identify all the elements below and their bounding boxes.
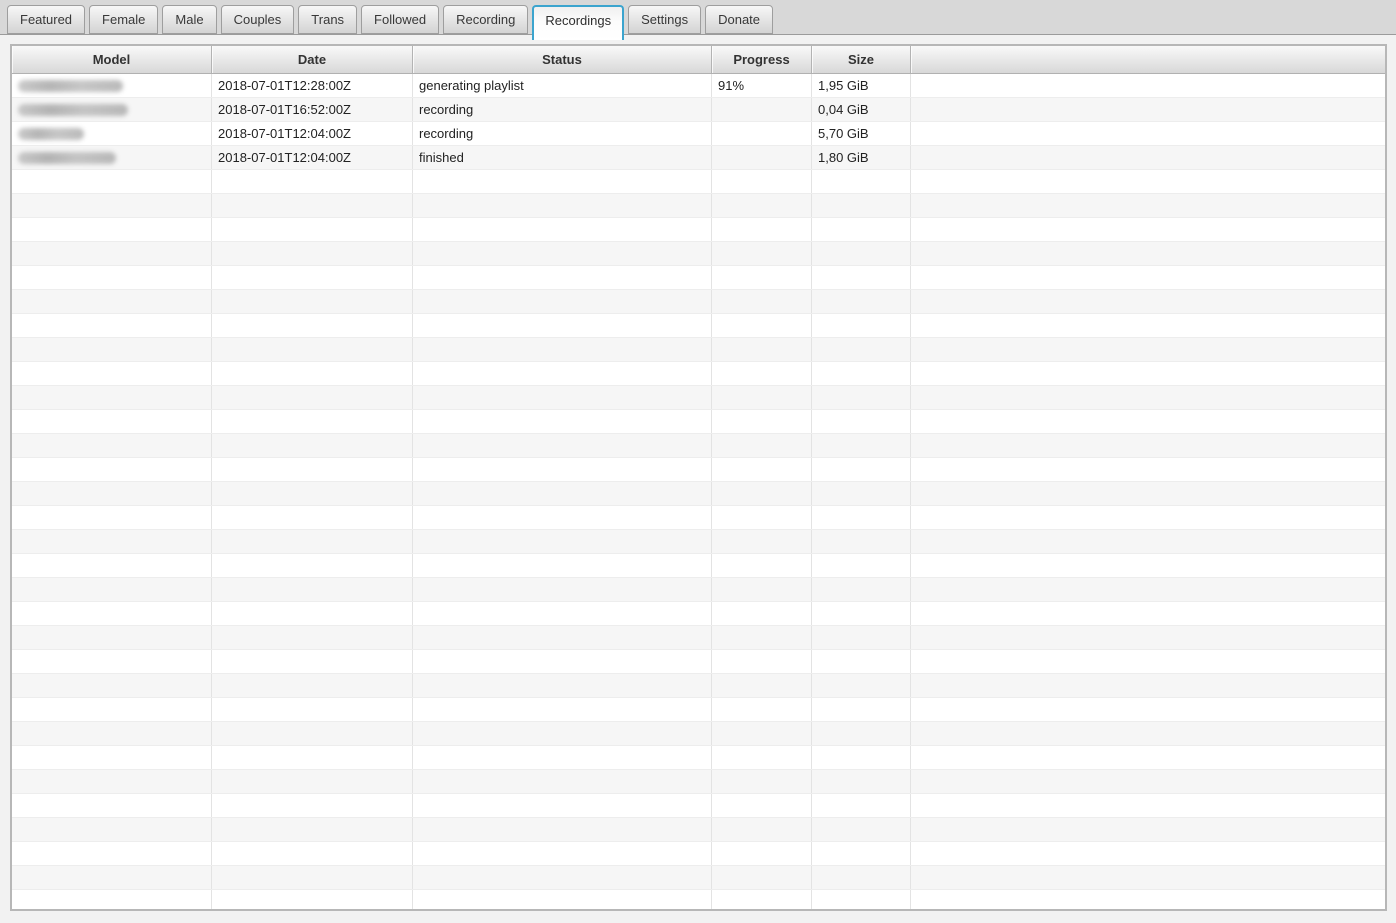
cell-status: recording (413, 122, 712, 145)
empty-table-row (12, 218, 1385, 242)
cell-status: finished (413, 146, 712, 169)
table-row[interactable]: 2018-07-01T12:04:00Z finished 1,80 GiB (12, 146, 1385, 170)
cell-model (12, 98, 212, 121)
cell-date: 2018-07-01T16:52:00Z (212, 98, 413, 121)
cell-size: 5,70 GiB (812, 122, 911, 145)
column-header-blank[interactable] (911, 46, 1385, 73)
column-header-label: Size (848, 52, 874, 67)
column-header-label: Date (298, 52, 326, 67)
empty-table-row (12, 842, 1385, 866)
cell-status: generating playlist (413, 74, 712, 97)
tab-label: Couples (234, 12, 282, 27)
empty-table-row (12, 554, 1385, 578)
tab-male[interactable]: Male (162, 5, 216, 34)
empty-table-row (12, 650, 1385, 674)
empty-table-row (12, 386, 1385, 410)
cell-date: 2018-07-01T12:28:00Z (212, 74, 413, 97)
tab-label: Donate (718, 12, 760, 27)
empty-table-row (12, 194, 1385, 218)
redacted-model-text (18, 152, 116, 164)
empty-table-row (12, 770, 1385, 794)
empty-table-row (12, 338, 1385, 362)
redacted-model-text (18, 80, 123, 92)
empty-table-row (12, 698, 1385, 722)
column-header-date[interactable]: Date (212, 46, 413, 73)
empty-table-row (12, 866, 1385, 890)
tab-followed[interactable]: Followed (361, 5, 439, 34)
redacted-model-text (18, 104, 128, 116)
empty-table-row (12, 578, 1385, 602)
empty-table-row (12, 458, 1385, 482)
empty-table-row (12, 890, 1385, 911)
column-header-model[interactable]: Model (12, 46, 212, 73)
tab-bar: Featured Female Male Couples Trans Follo… (0, 0, 1396, 35)
empty-table-row (12, 602, 1385, 626)
cell-blank (911, 146, 1385, 169)
cell-model (12, 146, 212, 169)
cell-model (12, 74, 212, 97)
table-row[interactable]: 2018-07-01T12:28:00Z generating playlist… (12, 74, 1385, 98)
empty-table-row (12, 266, 1385, 290)
cell-progress (712, 122, 812, 145)
empty-table-row (12, 314, 1385, 338)
tab-couples[interactable]: Couples (221, 5, 295, 34)
column-header-size[interactable]: Size (812, 46, 911, 73)
tab-trans[interactable]: Trans (298, 5, 357, 34)
cell-status: recording (413, 98, 712, 121)
empty-table-row (12, 242, 1385, 266)
tab-featured[interactable]: Featured (7, 5, 85, 34)
cell-blank (911, 98, 1385, 121)
column-header-label: Progress (733, 52, 789, 67)
empty-table-row (12, 170, 1385, 194)
empty-table-row (12, 410, 1385, 434)
tab-label: Recordings (545, 13, 611, 28)
cell-progress (712, 98, 812, 121)
column-header-label: Status (542, 52, 582, 67)
cell-blank (911, 122, 1385, 145)
empty-table-row (12, 746, 1385, 770)
empty-table-row (12, 362, 1385, 386)
cell-blank (911, 74, 1385, 97)
table-header: Model Date Status Progress Size (12, 46, 1385, 74)
tab-female[interactable]: Female (89, 5, 158, 34)
empty-table-row (12, 290, 1385, 314)
tab-settings[interactable]: Settings (628, 5, 701, 34)
cell-size: 1,80 GiB (812, 146, 911, 169)
tab-label: Featured (20, 12, 72, 27)
empty-table-row (12, 482, 1385, 506)
empty-table-row (12, 794, 1385, 818)
cell-date: 2018-07-01T12:04:00Z (212, 122, 413, 145)
tab-label: Recording (456, 12, 515, 27)
empty-table-row (12, 674, 1385, 698)
empty-table-row (12, 506, 1385, 530)
cell-model (12, 122, 212, 145)
tab-label: Followed (374, 12, 426, 27)
tab-recordings[interactable]: Recordings (532, 5, 624, 40)
cell-progress: 91% (712, 74, 812, 97)
tab-recording[interactable]: Recording (443, 5, 528, 34)
tab-label: Male (175, 12, 203, 27)
cell-size: 0,04 GiB (812, 98, 911, 121)
tab-label: Trans (311, 12, 344, 27)
empty-table-row (12, 434, 1385, 458)
tab-label: Female (102, 12, 145, 27)
redacted-model-text (18, 128, 84, 140)
tab-label: Settings (641, 12, 688, 27)
cell-size: 1,95 GiB (812, 74, 911, 97)
tab-donate[interactable]: Donate (705, 5, 773, 34)
empty-table-row (12, 818, 1385, 842)
table-row[interactable]: 2018-07-01T12:04:00Z recording 5,70 GiB (12, 122, 1385, 146)
table-body: 2018-07-01T12:28:00Z generating playlist… (12, 74, 1385, 911)
empty-table-row (12, 722, 1385, 746)
empty-table-row (12, 530, 1385, 554)
table-row[interactable]: 2018-07-01T16:52:00Z recording 0,04 GiB (12, 98, 1385, 122)
cell-date: 2018-07-01T12:04:00Z (212, 146, 413, 169)
column-header-status[interactable]: Status (413, 46, 712, 73)
column-header-progress[interactable]: Progress (712, 46, 812, 73)
empty-table-row (12, 626, 1385, 650)
cell-progress (712, 146, 812, 169)
column-header-label: Model (93, 52, 131, 67)
recordings-table: Model Date Status Progress Size 2018-07-… (10, 44, 1387, 911)
